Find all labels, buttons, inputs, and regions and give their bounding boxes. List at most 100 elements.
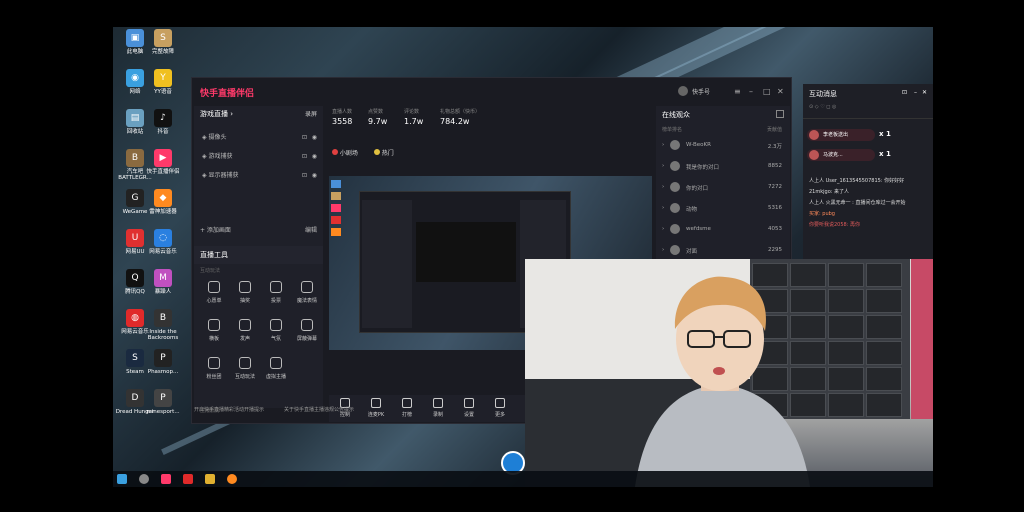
source-item[interactable]: ◈ 显示器捕获 ⊡ ◉ xyxy=(194,166,323,185)
chat-filter-bar[interactable]: ⊙ ◇ ♡ ◻ ◎ xyxy=(803,104,933,119)
audience-header: 在线观众 xyxy=(656,106,790,124)
audience-title: 在线观众 xyxy=(662,111,690,119)
popout-icon[interactable] xyxy=(776,110,784,118)
close-icon[interactable]: ✕ xyxy=(777,87,784,96)
eye-icon[interactable]: ◉ xyxy=(312,147,317,166)
tool-icon xyxy=(208,357,220,369)
menu-icon[interactable]: ≡ xyxy=(734,87,741,96)
kuaishou-taskbar-icon[interactable] xyxy=(161,474,171,484)
source-label: 游戏捕获 xyxy=(208,153,233,160)
toolbar-button[interactable]: 更多 xyxy=(486,398,514,418)
tool-item[interactable]: 心愿单 xyxy=(200,281,228,304)
source-item[interactable]: ◈ 游戏捕获 ⊡ ◉ xyxy=(194,147,323,166)
desktop-icon[interactable]: S 完整故障 xyxy=(143,29,183,55)
toolbar-button[interactable]: 录制 xyxy=(424,398,452,418)
tool-item[interactable]: 发声 xyxy=(231,319,259,342)
expand-icon: › xyxy=(662,142,665,148)
tool-item[interactable]: 屏蔽弹幕 xyxy=(293,319,321,342)
maximize-icon[interactable]: □ xyxy=(763,87,771,96)
desktop-icon[interactable]: P Phasmop... xyxy=(143,349,183,375)
desktop-app-icon: B xyxy=(126,149,144,167)
tool-item[interactable]: 互动玩法 xyxy=(231,357,259,380)
audience-score: 2295 xyxy=(768,247,782,253)
audience-score: 7272 xyxy=(768,184,782,190)
accelerator-taskbar-icon[interactable] xyxy=(227,474,237,484)
audience-row[interactable]: › W-BeoKR 2.3万 xyxy=(656,135,790,156)
tool-item[interactable]: 投票 xyxy=(262,281,290,304)
audience-row[interactable]: › 对面 2295 xyxy=(656,240,790,261)
toolbar-label: 打榜 xyxy=(401,412,412,418)
minimize-icon[interactable]: – xyxy=(914,89,917,96)
desktop-icon[interactable]: ▶ 快手直播伴侣 xyxy=(143,149,183,175)
edit-button[interactable]: 编辑 xyxy=(305,225,317,234)
record-button[interactable]: 录屏 xyxy=(305,109,317,118)
search-icon[interactable] xyxy=(139,474,149,484)
tool-item[interactable]: 横板 xyxy=(200,319,228,342)
desktop-app-icon: S xyxy=(154,29,172,47)
desktop-icon[interactable]: Y YY语音 xyxy=(143,69,183,95)
lock-icon[interactable]: ⊡ xyxy=(902,89,907,96)
add-source-button[interactable]: + 添加画面 xyxy=(200,227,231,234)
audience-row[interactable]: › 我是你的对口 8852 xyxy=(656,156,790,177)
stat-value: 9.7w xyxy=(368,117,388,126)
avatar xyxy=(670,203,680,213)
desktop-icon-label: Phasmop... xyxy=(147,369,179,375)
toolbar-button[interactable]: 设置 xyxy=(455,398,483,418)
avatar xyxy=(670,245,680,255)
tool-item[interactable]: 虚拟主播 xyxy=(262,357,290,380)
desktop-icon[interactable]: B Inside the Backrooms xyxy=(143,309,183,341)
music-taskbar-icon[interactable] xyxy=(183,474,193,484)
tool-icon xyxy=(239,319,251,331)
desktop-icon[interactable]: ◆ 雷神加速器 xyxy=(143,189,183,215)
audience-score: 4053 xyxy=(768,226,782,232)
chat-message: 买家: pubg xyxy=(809,211,835,217)
add-source-row[interactable]: + 添加画面 编辑 xyxy=(194,221,323,238)
lock-icon[interactable]: ⊡ xyxy=(302,166,307,185)
toolbar-icon xyxy=(402,398,412,408)
toolbar-button[interactable]: 连麦PK xyxy=(362,398,390,418)
stat-label: 点赞数 xyxy=(368,109,384,115)
desktop-icon[interactable]: ◌ 网易云音乐 xyxy=(143,229,183,255)
tool-item[interactable]: 抽奖 xyxy=(231,281,259,304)
tool-item[interactable]: 粉丝团 xyxy=(200,357,228,380)
folder-taskbar-icon[interactable] xyxy=(205,474,215,484)
lock-icon[interactable]: ⊡ xyxy=(302,128,307,147)
eye-icon[interactable]: ◉ xyxy=(312,166,317,185)
audience-row[interactable]: › wefdsme 4053 xyxy=(656,219,790,240)
scene-title: 游戏直播 › xyxy=(200,110,234,118)
desktop-icon-label: YY语音 xyxy=(154,89,172,95)
desktop-icon[interactable]: M 暴躁人 xyxy=(143,269,183,295)
audience-row[interactable]: › 你的对口 7272 xyxy=(656,177,790,198)
rank-label: 榜单排名 xyxy=(662,127,683,133)
gift-count: x 1 xyxy=(879,150,891,158)
notice-2[interactable]: 关于快手直播主播违规公告提示 xyxy=(284,406,354,413)
eye-icon[interactable]: ◉ xyxy=(312,128,317,147)
lock-icon[interactable]: ⊡ xyxy=(302,147,307,166)
tool-item[interactable]: 魔法表情 xyxy=(293,281,321,304)
gift-banner: 李老板送出 xyxy=(807,129,875,141)
tag-theater[interactable]: 小剧场 xyxy=(340,150,358,157)
desktop-icon[interactable]: ♪ 抖音 xyxy=(143,109,183,135)
toolbar-button[interactable]: 打榜 xyxy=(393,398,421,418)
avatar xyxy=(670,224,680,234)
tool-item[interactable]: 气氛 xyxy=(262,319,290,342)
app-title: 快手直播伴侣 xyxy=(200,89,255,99)
user-avatar[interactable] xyxy=(678,86,688,96)
desktop-app-icon: ♪ xyxy=(154,109,172,127)
taskbar xyxy=(113,471,933,487)
source-item[interactable]: ◈ 摄像头 ⊡ ◉ xyxy=(194,128,323,147)
audience-name: wefdsme xyxy=(686,226,711,232)
close-icon[interactable]: ✕ xyxy=(922,89,927,96)
desktop-icon-label: 抖音 xyxy=(157,129,169,135)
minimize-icon[interactable]: – xyxy=(749,87,753,96)
avatar xyxy=(809,130,819,140)
hot-icon xyxy=(373,149,380,155)
start-icon[interactable] xyxy=(117,474,127,484)
desktop-icon[interactable]: Pminesport... xyxy=(143,389,183,415)
audience-score: 2.3万 xyxy=(767,144,782,150)
audience-row[interactable]: › 动物 5316 xyxy=(656,198,790,219)
desktop-app-icon: Y xyxy=(154,69,172,87)
scene-header[interactable]: 游戏直播 › 录屏 xyxy=(194,106,323,128)
tag-hot[interactable]: 热门 xyxy=(382,150,394,157)
notice-1[interactable]: 开启快手直播精彩活动开播提示 xyxy=(194,406,264,413)
